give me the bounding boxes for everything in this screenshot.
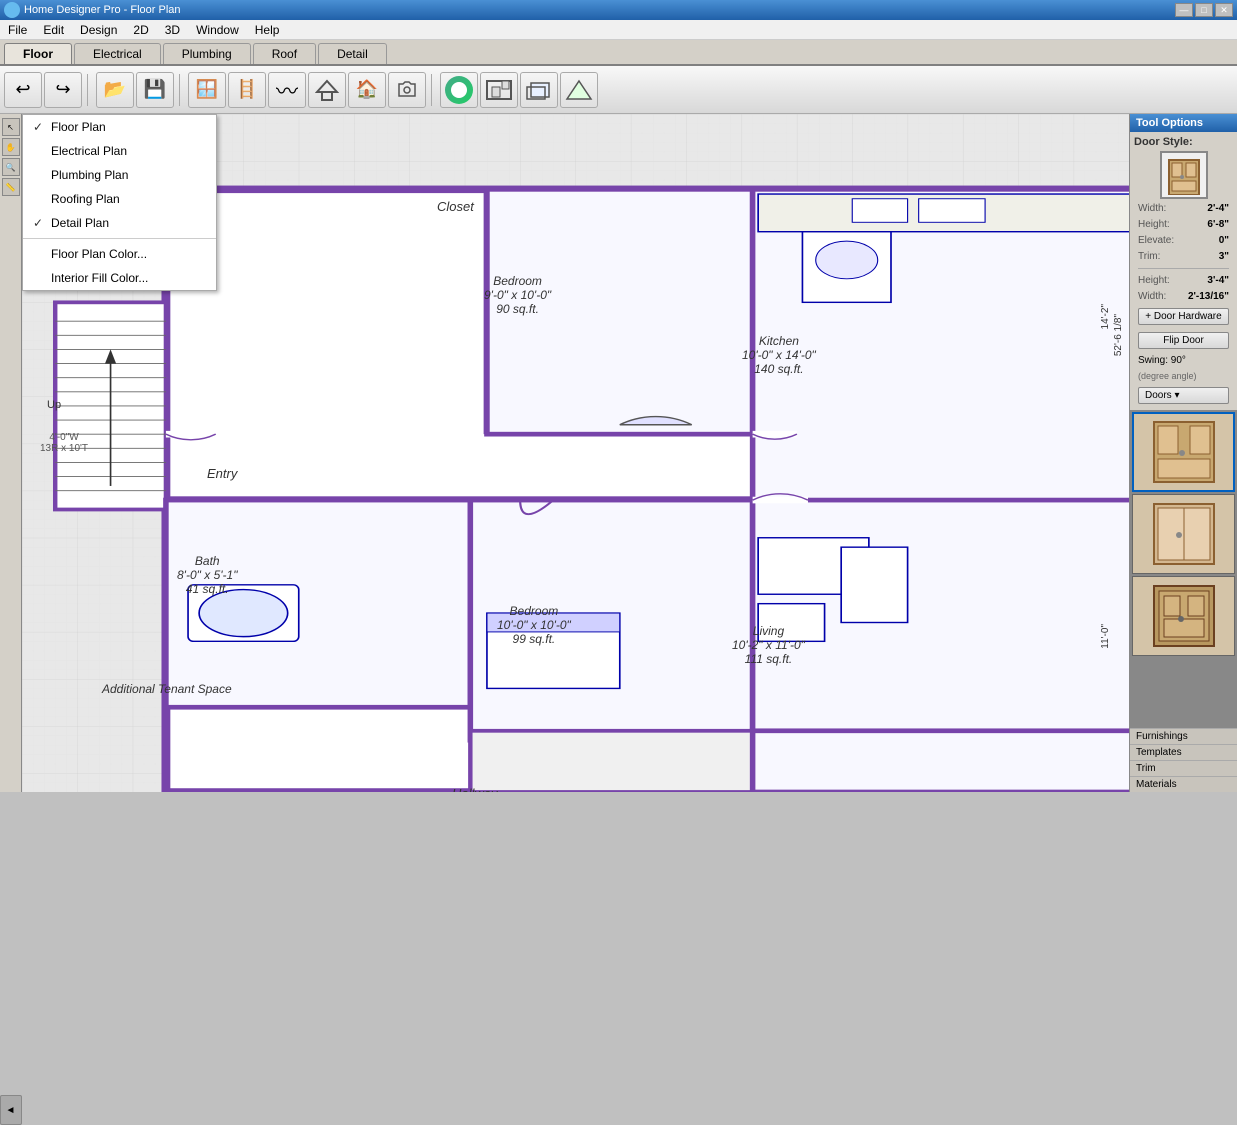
- toolbar-save[interactable]: 💾: [136, 72, 174, 108]
- swing-label: Swing: 90°: [1134, 354, 1233, 367]
- main-area: ↖ ✋ 🔍 📏 ◄: [0, 114, 1237, 792]
- left-btn-select[interactable]: ↖: [2, 118, 20, 136]
- menu-design[interactable]: Design: [72, 21, 125, 39]
- toolbar-3d-view[interactable]: [520, 72, 558, 108]
- door-thumb-2[interactable]: [1132, 494, 1235, 574]
- title-bar: Home Designer Pro - Floor Plan — □ ✕: [0, 0, 1237, 20]
- separator-2: [179, 74, 183, 106]
- menu-interior-fill-color[interactable]: Interior Fill Color...: [23, 266, 216, 290]
- toolbar-roof-tool[interactable]: [308, 72, 346, 108]
- toolbar-window[interactable]: 🪟: [188, 72, 226, 108]
- tab-plumbing[interactable]: Plumbing: [163, 43, 251, 64]
- menu-file[interactable]: File: [0, 21, 35, 39]
- toolbar: ↩ ↪ 📂 💾 🪟 🪜 〰 🏠: [0, 66, 1237, 114]
- left-btn-scroll[interactable]: ✋: [2, 138, 20, 156]
- dropdown-menu: Floor Plan Electrical Plan Plumbing Plan…: [22, 114, 217, 291]
- door-thumbnails: [1130, 410, 1237, 728]
- close-button[interactable]: ✕: [1215, 3, 1233, 17]
- door-thumb-3[interactable]: [1132, 576, 1235, 656]
- canvas-area: Closet Bedroom 9'-0" x 10'-0" 90 sq.ft. …: [22, 114, 1129, 792]
- tab-roof[interactable]: Roof: [253, 43, 316, 64]
- menu-3d[interactable]: 3D: [157, 21, 188, 39]
- tab-materials[interactable]: Materials: [1130, 776, 1237, 792]
- left-btn-measure[interactable]: 📏: [2, 178, 20, 196]
- left-btn-zoom[interactable]: 🔍: [2, 158, 20, 176]
- prop-elevate: Elevate: 0": [1134, 234, 1233, 247]
- menu-window[interactable]: Window: [188, 21, 247, 39]
- tool-options-header: Tool Options: [1130, 114, 1237, 132]
- toolbar-redo[interactable]: ↪: [44, 72, 82, 108]
- minimize-button[interactable]: —: [1175, 3, 1193, 17]
- tab-electrical[interactable]: Electrical: [74, 43, 161, 64]
- tab-floor[interactable]: Floor: [4, 43, 72, 64]
- tab-trim[interactable]: Trim: [1130, 760, 1237, 776]
- right-panel: Tool Options Door Style: Width: 2'-4" He…: [1129, 114, 1237, 792]
- title-bar-buttons[interactable]: — □ ✕: [1175, 3, 1233, 17]
- toolbar-wave[interactable]: 〰: [268, 72, 306, 108]
- prop-trim: Trim: 3": [1134, 250, 1233, 263]
- menu-divider: [23, 238, 216, 239]
- menu-floor-plan[interactable]: Floor Plan: [23, 115, 216, 139]
- menu-edit[interactable]: Edit: [35, 21, 72, 39]
- toolbar-open[interactable]: 📂: [96, 72, 134, 108]
- menu-roofing-plan[interactable]: Roofing Plan: [23, 187, 216, 211]
- menu-help[interactable]: Help: [247, 21, 288, 39]
- door-thumb-1[interactable]: [1132, 412, 1235, 492]
- toolbar-camera[interactable]: [388, 72, 426, 108]
- title-bar-text: Home Designer Pro - Floor Plan: [24, 4, 1175, 16]
- maximize-button[interactable]: □: [1195, 3, 1213, 17]
- toolbar-perspective[interactable]: [560, 72, 598, 108]
- tab-furnishings[interactable]: Furnishings: [1130, 728, 1237, 744]
- toolbar-green-icon[interactable]: [440, 72, 478, 108]
- door-style-preview[interactable]: [1160, 151, 1208, 199]
- flip-door-button[interactable]: Flip Door: [1138, 332, 1229, 349]
- prop-sep: [1138, 268, 1229, 269]
- app-icon: [4, 2, 20, 18]
- menu-plumbing-plan[interactable]: Plumbing Plan: [23, 163, 216, 187]
- tab-templates[interactable]: Templates: [1130, 744, 1237, 760]
- menu-electrical-plan[interactable]: Electrical Plan: [23, 139, 216, 163]
- prop-width: Width: 2'-4": [1134, 202, 1233, 215]
- separator-1: [87, 74, 91, 106]
- toolbar-house[interactable]: 🏠: [348, 72, 386, 108]
- separator-3: [431, 74, 435, 106]
- toolbar-stairs[interactable]: 🪜: [228, 72, 266, 108]
- menu-floor-plan-color[interactable]: Floor Plan Color...: [23, 242, 216, 266]
- swing-note: (degree angle): [1134, 370, 1233, 382]
- toolbar-undo[interactable]: ↩: [4, 72, 42, 108]
- door-hardware-button[interactable]: + Door Hardware: [1138, 308, 1229, 325]
- bottom-tabs: Furnishings Templates Trim Materials: [1130, 728, 1237, 792]
- menu-bar: File Edit Design 2D 3D Window Help: [0, 20, 1237, 40]
- doors-dropdown[interactable]: Doors ▾: [1138, 387, 1229, 404]
- door-style-label: Door Style:: [1134, 136, 1233, 148]
- scroll-indicator[interactable]: ◄: [0, 1095, 22, 1125]
- toolbar-floorplan-view[interactable]: [480, 72, 518, 108]
- door-style-section: Door Style: Width: 2'-4" Height: 6'-8": [1130, 132, 1237, 410]
- prop-height: Height: 6'-8": [1134, 218, 1233, 231]
- menu-2d[interactable]: 2D: [125, 21, 156, 39]
- tab-bar: Floor Electrical Plumbing Roof Detail: [0, 40, 1237, 66]
- menu-detail-plan[interactable]: Detail Plan: [23, 211, 216, 235]
- tab-detail[interactable]: Detail: [318, 43, 387, 64]
- prop-width2: Width: 2'-13/16": [1134, 290, 1233, 303]
- prop-height2: Height: 3'-4": [1134, 274, 1233, 287]
- left-toolbar: ↖ ✋ 🔍 📏 ◄: [0, 114, 22, 792]
